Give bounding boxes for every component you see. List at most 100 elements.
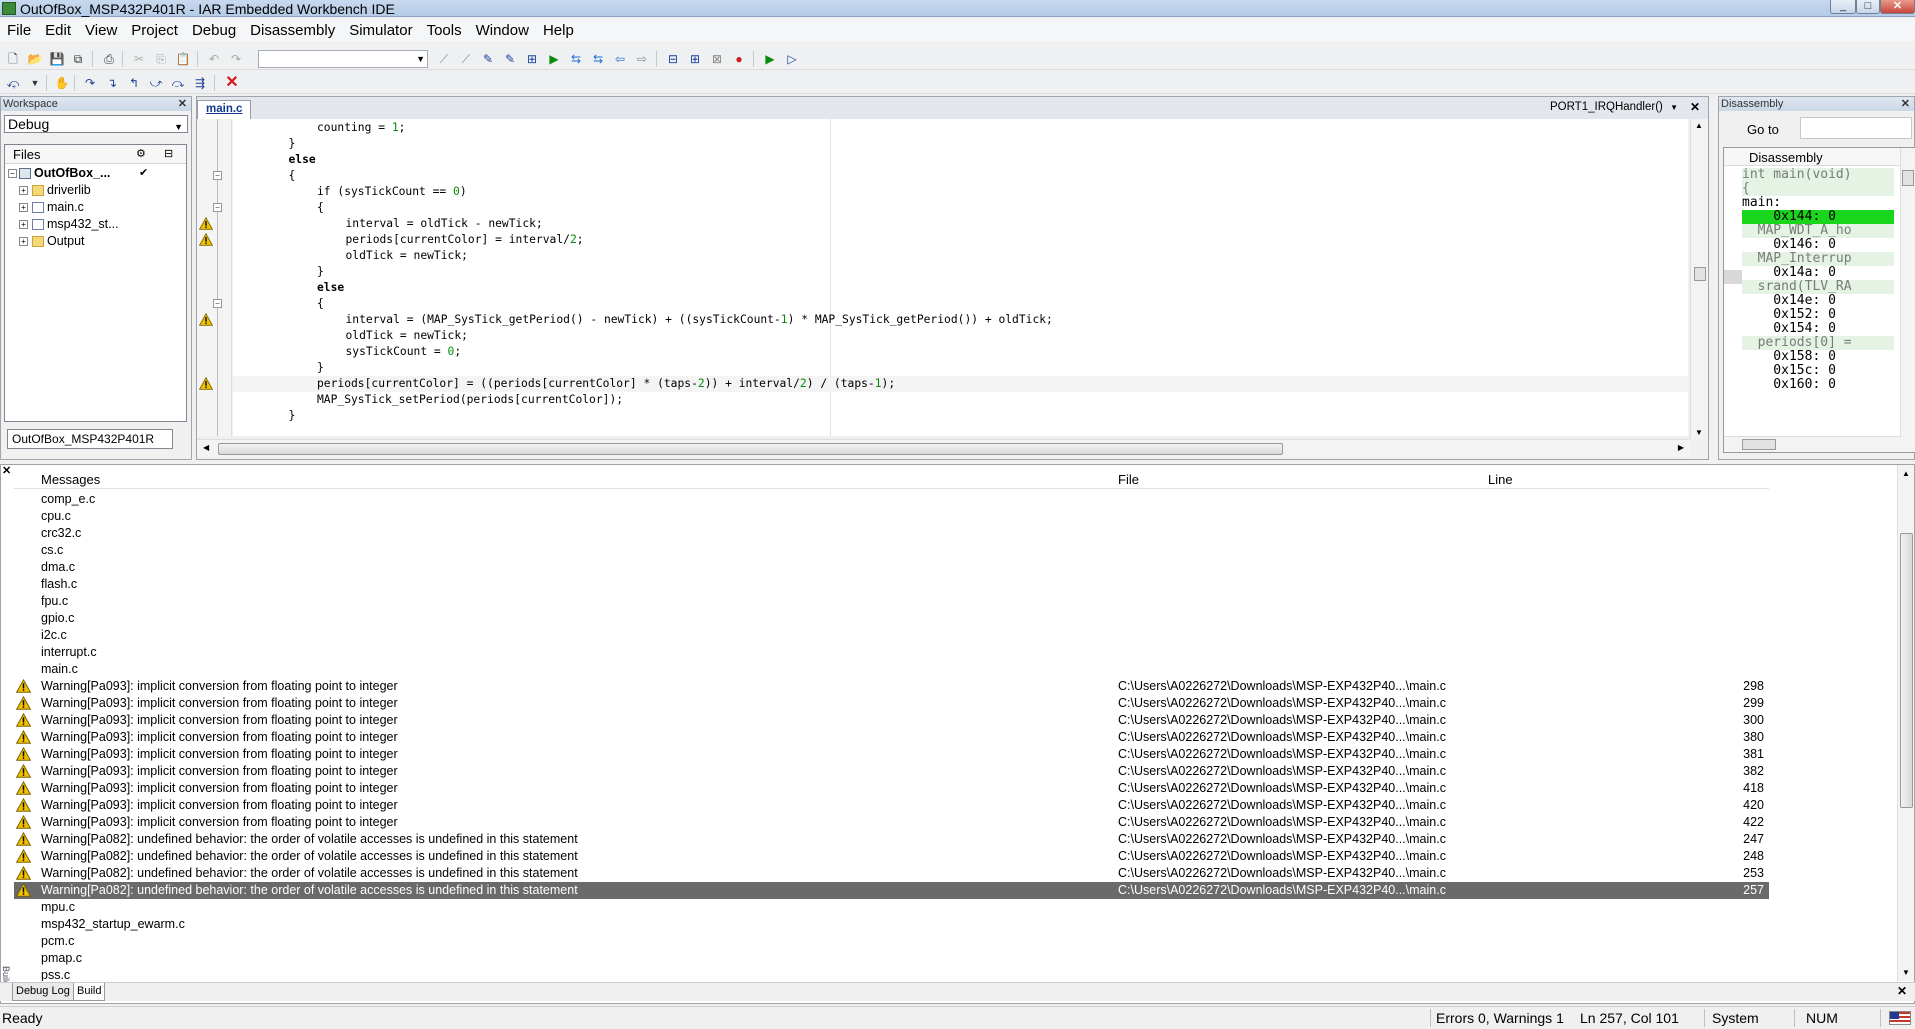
warning-icon[interactable] (199, 377, 213, 390)
collapse-icon[interactable]: − (8, 169, 17, 178)
fold-toggle-icon[interactable]: − (213, 203, 222, 212)
scroll-thumb[interactable] (1902, 170, 1914, 186)
message-row[interactable]: Warning[Pa093]: implicit conversion from… (14, 797, 1769, 814)
disassembly-view[interactable]: Disassembly int main(void){main: 0x144: … (1723, 147, 1915, 453)
tree-item[interactable]: + msp432_st... (5, 216, 186, 233)
replace-icon[interactable]: ✎ (502, 51, 518, 67)
expand-icon[interactable]: + (19, 186, 28, 195)
message-row[interactable]: Warning[Pa082]: undefined behavior: the … (14, 882, 1769, 899)
tab-debug-log[interactable]: Debug Log (12, 983, 74, 1001)
close-icon[interactable]: ✕ (1690, 100, 1700, 114)
menu-project[interactable]: Project (124, 19, 185, 41)
message-row[interactable]: dma.c (14, 559, 1769, 576)
column-file[interactable]: File (1118, 472, 1139, 487)
disassembly-row[interactable]: { (1742, 182, 1894, 196)
fold-toggle-icon[interactable]: − (213, 299, 222, 308)
chevron-down-icon[interactable]: ▼ (27, 75, 43, 91)
menu-view[interactable]: View (78, 19, 124, 41)
step-over-icon[interactable]: ↷ (82, 75, 98, 91)
debug-without-download-icon[interactable]: ▷ (784, 51, 800, 67)
code-line[interactable]: MAP_SysTick_setPeriod(periods[currentCol… (233, 392, 623, 408)
message-row[interactable]: cs.c (14, 542, 1769, 559)
scroll-down-icon[interactable]: ▼ (1695, 428, 1703, 437)
menu-window[interactable]: Window (469, 19, 536, 41)
current-instruction[interactable]: 0x144: 0 (1742, 210, 1894, 224)
disassembly-row[interactable]: 0x158: 0 (1742, 350, 1894, 364)
save-icon[interactable]: 💾 (49, 51, 65, 67)
redo-icon[interactable]: ↷ (228, 51, 244, 67)
compile-icon[interactable]: ⊟ (665, 51, 681, 67)
message-row[interactable]: Warning[Pa082]: undefined behavior: the … (14, 848, 1769, 865)
code-line[interactable]: periods[currentColor] = interval/2; (233, 232, 584, 248)
warning-icon[interactable] (199, 313, 213, 326)
scroll-up-icon[interactable]: ▲ (1695, 121, 1703, 130)
editor-vertical-scrollbar[interactable]: ▲ ▼ (1690, 119, 1708, 439)
scroll-left-icon[interactable]: ◀ (203, 443, 209, 452)
tree-item[interactable]: + Output (5, 233, 186, 250)
message-row[interactable]: fpu.c (14, 593, 1769, 610)
maximize-button[interactable]: □ (1856, 0, 1880, 14)
message-row[interactable]: Warning[Pa093]: implicit conversion from… (14, 814, 1769, 831)
function-navigator[interactable]: PORT1_IRQHandler() ▼ (1550, 101, 1678, 113)
message-row[interactable]: Warning[Pa093]: implicit conversion from… (14, 763, 1769, 780)
disassembly-row[interactable]: 0x152: 0 (1742, 308, 1894, 322)
disassembly-row[interactable]: MAP_WDT_A_ho (1742, 224, 1894, 238)
workspace-tab[interactable]: OutOfBox_MSP432P401R (7, 429, 173, 449)
close-icon[interactable]: ✕ (2, 464, 11, 477)
code-line[interactable]: counting = 1; (233, 120, 405, 136)
disassembly-row[interactable]: 0x146: 0 (1742, 238, 1894, 252)
code-line[interactable]: else (233, 152, 316, 168)
message-row[interactable]: i2c.c (14, 627, 1769, 644)
disassembly-row[interactable]: 0x160: 0 (1742, 378, 1894, 392)
disassembly-scrollbar[interactable] (1900, 148, 1915, 452)
menu-disassembly[interactable]: Disassembly (243, 19, 342, 41)
scroll-down-icon[interactable]: ▼ (1902, 968, 1910, 977)
run-to-cursor-icon[interactable]: ⤼ (170, 75, 186, 91)
expand-icon[interactable]: + (19, 237, 28, 246)
next-bookmark-icon[interactable]: ⇆ (568, 51, 584, 67)
breakpoint-icon[interactable]: ● (731, 51, 747, 67)
message-row[interactable]: interrupt.c (14, 644, 1769, 661)
warning-icon[interactable] (199, 233, 213, 246)
menu-help[interactable]: Help (536, 19, 581, 41)
message-row[interactable]: Warning[Pa082]: undefined behavior: the … (14, 831, 1769, 848)
minimize-button[interactable]: _ (1830, 0, 1856, 14)
expand-icon[interactable]: + (19, 220, 28, 229)
stop-build-icon[interactable]: ⊠ (709, 51, 725, 67)
next-statement-icon[interactable]: ⤻ (148, 75, 164, 91)
message-row[interactable]: Warning[Pa093]: implicit conversion from… (14, 780, 1769, 797)
column-messages[interactable]: Messages (41, 472, 100, 487)
paste-icon[interactable]: 📋 (175, 51, 191, 67)
find-combo[interactable]: ▼ (258, 50, 428, 68)
message-row[interactable]: crc32.c (14, 525, 1769, 542)
editor-horizontal-scrollbar[interactable]: ◀ ▶ (197, 439, 1690, 457)
menu-simulator[interactable]: Simulator (342, 19, 419, 41)
code-line[interactable]: if (sysTickCount == 0) (233, 184, 467, 200)
disassembly-hscrollbar[interactable] (1724, 436, 1902, 452)
make-icon[interactable]: ⊞ (687, 51, 703, 67)
message-row[interactable]: cpu.c (14, 508, 1769, 525)
code-line[interactable]: { (233, 168, 296, 184)
code-line[interactable]: else (233, 280, 344, 296)
navigate-back-icon[interactable]: ⇦ (612, 51, 628, 67)
menu-debug[interactable]: Debug (185, 19, 243, 41)
bookmark-icon[interactable]: ▶ (546, 51, 562, 67)
tab-main-c[interactable]: main.c (197, 100, 252, 119)
code-line[interactable]: } (233, 264, 324, 280)
code-line[interactable]: } (233, 408, 296, 424)
code-line[interactable]: periods[currentColor] = ((periods[curren… (233, 376, 1688, 392)
disassembly-row[interactable]: 0x14e: 0 (1742, 294, 1894, 308)
new-file-icon[interactable]: 🗋 (5, 51, 21, 67)
find-in-files-icon[interactable]: ✎ (480, 51, 496, 67)
message-row[interactable]: Warning[Pa093]: implicit conversion from… (14, 729, 1769, 746)
tree-item[interactable]: + driverlib (5, 182, 186, 199)
print-icon[interactable]: ⎙ (101, 51, 117, 67)
message-row[interactable]: gpio.c (14, 610, 1769, 627)
message-row[interactable]: flash.c (14, 576, 1769, 593)
scroll-thumb[interactable] (1694, 267, 1706, 281)
code-line[interactable]: oldTick = newTick; (233, 248, 468, 264)
navigate-forward-icon[interactable]: ⇨ (634, 51, 650, 67)
goto-input[interactable] (1800, 117, 1912, 139)
find-next-icon[interactable]: ⟋ (458, 51, 474, 67)
step-into-icon[interactable]: ↴ (104, 75, 120, 91)
